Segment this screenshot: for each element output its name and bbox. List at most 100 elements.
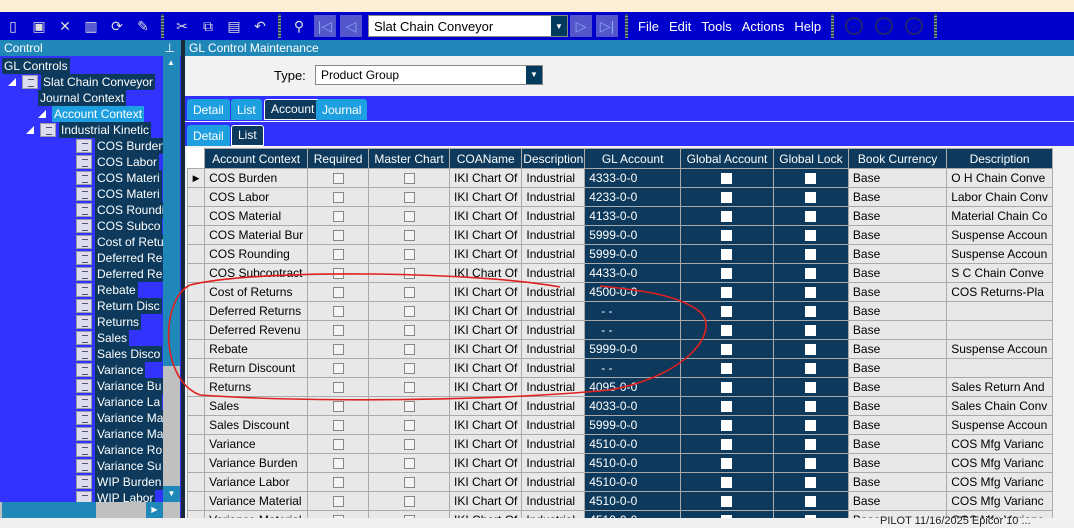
coa-name-cell[interactable]: IKI Chart Of xyxy=(449,377,523,397)
required-checkbox[interactable] xyxy=(332,268,344,280)
gl-account-cell[interactable]: 4510-0-0 xyxy=(584,491,682,511)
book-currency-cell[interactable]: Base xyxy=(847,415,948,435)
tree-node[interactable]: Returns xyxy=(76,314,142,330)
required-checkbox[interactable] xyxy=(332,458,344,470)
description-cell[interactable]: Industrial xyxy=(521,301,586,321)
required-checkbox[interactable] xyxy=(332,382,344,394)
book-currency-cell[interactable]: Base xyxy=(847,282,948,302)
global-account-checkbox[interactable] xyxy=(721,287,733,299)
gl-account-cell[interactable]: 4510-0-0 xyxy=(584,453,682,473)
gl-account-cell[interactable]: 5999-0-0 xyxy=(584,339,682,359)
scroll-thumb[interactable] xyxy=(163,56,180,366)
account-description-cell[interactable]: O H Chain Conve xyxy=(946,168,1053,188)
account-description-cell[interactable]: Suspense Accoun xyxy=(946,415,1053,435)
account-description-cell[interactable]: Labor Chain Conv xyxy=(946,187,1053,207)
back-icon[interactable]: ← xyxy=(845,17,864,35)
global-lock-checkbox[interactable] xyxy=(805,363,817,375)
global-lock-cell[interactable] xyxy=(772,339,849,359)
master-chart-checkbox[interactable] xyxy=(403,439,415,451)
global-lock-checkbox[interactable] xyxy=(805,211,817,223)
global-lock-cell[interactable] xyxy=(772,168,849,188)
save-icon[interactable]: ▣ xyxy=(28,15,50,37)
global-account-cell[interactable] xyxy=(680,396,774,416)
global-lock-checkbox[interactable] xyxy=(805,325,817,337)
column-header[interactable]: Description xyxy=(946,148,1053,169)
book-currency-cell[interactable]: Base xyxy=(847,377,948,397)
table-row[interactable]: COS Material IKI Chart Of Industrial 4133-0… xyxy=(187,206,1053,226)
description-cell[interactable]: Industrial xyxy=(521,434,586,454)
global-account-cell[interactable] xyxy=(680,415,774,435)
required-cell[interactable] xyxy=(307,472,370,492)
global-account-cell[interactable] xyxy=(680,358,774,378)
account-description-cell[interactable]: Sales Return And xyxy=(946,377,1053,397)
account-description-cell[interactable] xyxy=(946,320,1053,340)
book-currency-cell[interactable]: Base xyxy=(847,301,948,321)
tree-node[interactable]: Sales xyxy=(76,330,130,346)
global-account-cell[interactable] xyxy=(680,282,774,302)
global-account-cell[interactable] xyxy=(680,491,774,511)
row-selector[interactable] xyxy=(187,339,206,359)
description-cell[interactable]: Industrial xyxy=(521,263,586,283)
master-chart-cell[interactable] xyxy=(368,244,451,264)
account-context-cell[interactable]: COS Burden xyxy=(204,168,309,188)
description-cell[interactable]: Industrial xyxy=(521,244,586,264)
scroll-down-icon[interactable]: ▼ xyxy=(163,486,180,502)
account-context-cell[interactable]: COS Subcontract xyxy=(204,263,309,283)
menu-actions[interactable]: Actions xyxy=(742,19,785,34)
account-description-cell[interactable]: Material Chain Co xyxy=(946,206,1053,226)
account-context-cell[interactable]: COS Material xyxy=(204,206,309,226)
global-account-cell[interactable] xyxy=(680,225,774,245)
tree-node[interactable]: Variance Bu xyxy=(76,378,163,394)
coa-name-cell[interactable]: IKI Chart Of xyxy=(449,320,523,340)
search-binoculars-icon[interactable]: ⚲ xyxy=(288,15,310,37)
column-header[interactable]: GL Account xyxy=(584,148,682,169)
gl-account-cell[interactable]: 4095-0-0 xyxy=(584,377,682,397)
book-currency-cell[interactable]: Base xyxy=(847,168,948,188)
copy-icon[interactable]: ⧉ xyxy=(197,15,219,37)
account-context-cell[interactable]: Variance Material xyxy=(204,510,309,518)
master-chart-cell[interactable] xyxy=(368,396,451,416)
record-combo[interactable]: Slat Chain Conveyor ▼ xyxy=(368,15,568,37)
tree-node[interactable]: COS Labor xyxy=(76,154,160,170)
row-selector[interactable] xyxy=(187,358,206,378)
description-cell[interactable]: Industrial xyxy=(521,453,586,473)
gl-account-cell[interactable]: 5999-0-0 xyxy=(584,244,682,264)
global-lock-checkbox[interactable] xyxy=(805,496,817,508)
last-record-icon[interactable]: ▷| xyxy=(596,15,618,37)
tree-node[interactable]: Sales Disco xyxy=(76,346,163,362)
global-account-checkbox[interactable] xyxy=(721,192,733,204)
global-account-checkbox[interactable] xyxy=(721,496,733,508)
global-account-checkbox[interactable] xyxy=(721,325,733,337)
required-checkbox[interactable] xyxy=(332,173,344,185)
book-currency-cell[interactable]: Base xyxy=(847,339,948,359)
required-cell[interactable] xyxy=(307,377,370,397)
book-currency-cell[interactable]: Base xyxy=(847,225,948,245)
tree-node[interactable]: Variance La xyxy=(76,394,163,410)
row-selector[interactable] xyxy=(187,225,206,245)
master-chart-checkbox[interactable] xyxy=(403,173,415,185)
global-lock-checkbox[interactable] xyxy=(805,306,817,318)
coa-name-cell[interactable]: IKI Chart Of xyxy=(449,206,523,226)
row-selector[interactable] xyxy=(187,301,206,321)
global-lock-checkbox[interactable] xyxy=(805,192,817,204)
global-account-cell[interactable] xyxy=(680,434,774,454)
global-account-checkbox[interactable] xyxy=(721,344,733,356)
master-chart-checkbox[interactable] xyxy=(403,477,415,489)
description-cell[interactable]: Industrial xyxy=(521,282,586,302)
required-checkbox[interactable] xyxy=(332,477,344,489)
tree-node[interactable]: Variance Ma xyxy=(76,410,163,426)
table-row[interactable]: Cost of Returns IKI Chart Of Industrial 450… xyxy=(187,282,1053,302)
account-context-cell[interactable]: Cost of Returns xyxy=(204,282,309,302)
book-currency-cell[interactable]: Base xyxy=(847,244,948,264)
coa-name-cell[interactable]: IKI Chart Of xyxy=(449,244,523,264)
master-chart-cell[interactable] xyxy=(368,225,451,245)
cut-icon[interactable]: ✂ xyxy=(171,15,193,37)
global-lock-cell[interactable] xyxy=(772,358,849,378)
book-currency-cell[interactable]: Base xyxy=(847,187,948,207)
tree-node[interactable]: Return Disc xyxy=(76,298,162,314)
description-cell[interactable]: Industrial xyxy=(521,510,586,518)
book-currency-cell[interactable]: Base xyxy=(847,453,948,473)
master-chart-cell[interactable] xyxy=(368,415,451,435)
required-cell[interactable] xyxy=(307,282,370,302)
gl-account-cell[interactable]: 4233-0-0 xyxy=(584,187,682,207)
